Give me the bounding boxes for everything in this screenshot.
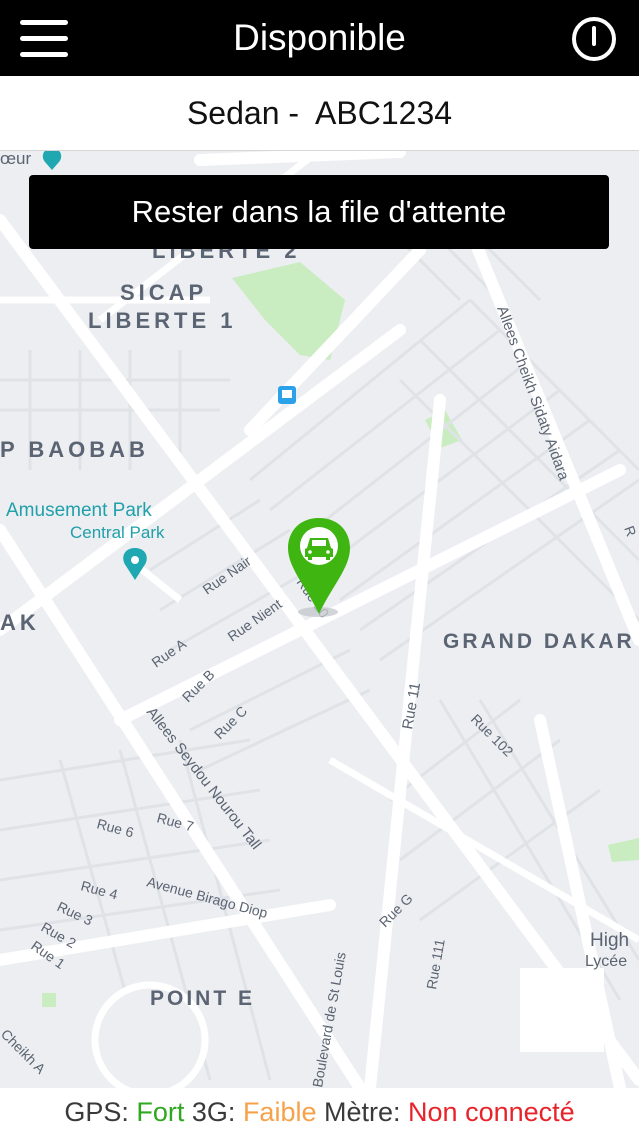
page-title: Disponible <box>233 17 406 58</box>
power-icon[interactable] <box>571 16 617 62</box>
network-label: 3G: <box>191 1097 236 1127</box>
map-view[interactable]: SICAP LIBERTE 1 LIBERTE 2 P BAOBAB GRAND… <box>0 151 639 1088</box>
network-status: Faible <box>242 1097 317 1127</box>
street-label-rue-111: Rue 111 <box>423 937 448 990</box>
bus-stop-icon <box>278 386 296 404</box>
gps-label: GPS: <box>64 1097 129 1127</box>
street-label-rue-a: Rue A <box>149 635 190 670</box>
street-label-rue-nair: Rue Nair <box>200 552 255 597</box>
park-area <box>42 993 56 1007</box>
amusement-park-icon <box>123 548 147 580</box>
street-label-rue-3: Rue 3 <box>55 898 96 928</box>
street-label-cheikh-a: Cheikh A <box>0 1026 49 1077</box>
place-label-amusement-park: Amusement Park <box>6 500 152 521</box>
meter-label: Mètre: <box>324 1097 401 1127</box>
stay-in-queue-button[interactable]: Rester dans la file d'attente <box>29 175 609 249</box>
area-label-ak: AK <box>0 610 40 635</box>
status-bar: GPS: Fort 3G: Faible Mètre: Non connecté <box>0 1088 639 1136</box>
map-block <box>520 968 604 1052</box>
place-label-coeur: œur <box>0 151 32 168</box>
place-label-central-park: Central Park <box>70 523 165 542</box>
street-label-r: R <box>621 524 639 539</box>
park-area <box>608 838 639 862</box>
vehicle-label: Sedan - ABC1234 <box>186 95 453 131</box>
map-canvas: SICAP LIBERTE 1 LIBERTE 2 P BAOBAB GRAND… <box>0 151 639 1088</box>
place-label-high: High <box>590 930 629 951</box>
area-label-sicap: SICAP <box>120 280 207 305</box>
area-label-point-e: POINT E <box>150 987 255 1010</box>
street-label-cheikh-sidaty: Allees Cheikh Sidaty Aidara <box>493 304 572 484</box>
street-label-rue-g: Rue G <box>376 890 416 930</box>
meter-status: Non connecté <box>408 1097 575 1127</box>
top-bar: Disponible <box>0 0 639 76</box>
car-location-pin-icon <box>288 518 350 617</box>
area-label-grand-dakar: GRAND DAKAR <box>443 630 635 653</box>
heart-pin-icon <box>42 151 62 170</box>
area-label-baobab: P BAOBAB <box>0 437 149 462</box>
street-label-rue-6: Rue 6 <box>95 815 135 840</box>
vehicle-bar: Sedan - ABC1234 <box>0 76 639 151</box>
place-label-lycee: Lycée <box>585 953 627 970</box>
gps-status: Fort <box>136 1097 185 1127</box>
street-label-rue-11: Rue 11 <box>399 681 424 730</box>
area-label-liberte-1: LIBERTE 1 <box>88 308 236 333</box>
